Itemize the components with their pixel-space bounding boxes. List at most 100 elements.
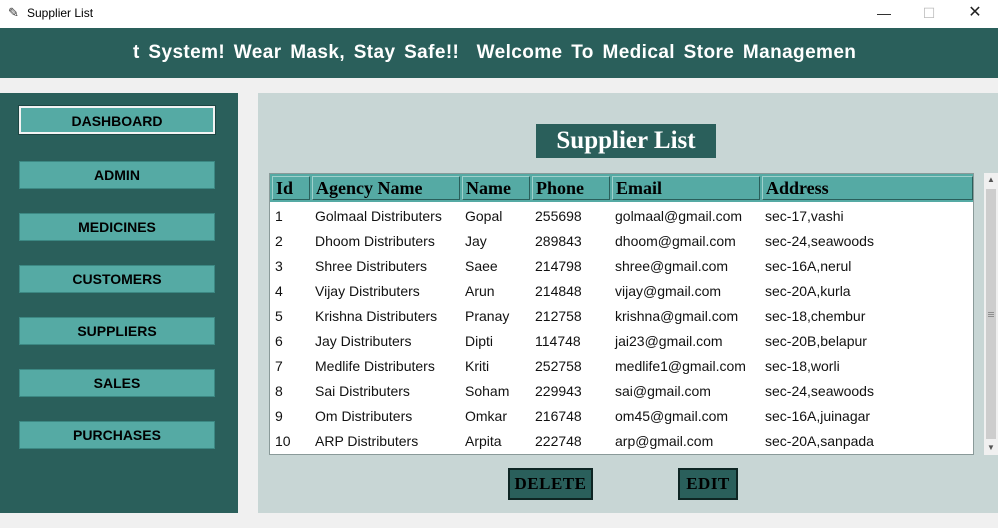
edit-button[interactable]: EDIT (678, 468, 738, 500)
cell-agency-name: Dhoom Distributers (315, 233, 435, 249)
main-panel: Supplier List Id Agency Name Name Phone … (258, 93, 998, 513)
cell-address: sec-20B,belapur (765, 333, 867, 349)
cell-id: 4 (275, 283, 283, 299)
cell-phone: 229943 (535, 383, 582, 399)
cell-id: 2 (275, 233, 283, 249)
table-header: Id Agency Name Name Phone Email Address (270, 174, 973, 202)
cell-address: sec-24,seawoods (765, 233, 874, 249)
cell-address: sec-20A,sanpada (765, 433, 874, 449)
table-row[interactable]: 9 Om Distributers Omkar 216748 om45@gmai… (270, 404, 973, 429)
scroll-grip-icon (988, 311, 994, 318)
cell-address: sec-20A,kurla (765, 283, 851, 299)
scroll-thumb[interactable] (986, 189, 996, 439)
cell-name: Soham (465, 383, 510, 399)
column-header-id[interactable]: Id (272, 176, 310, 200)
feather-icon: ✎ (8, 5, 19, 20)
sidebar-item-dashboard[interactable]: DASHBOARD (18, 105, 216, 135)
cell-name: Saee (465, 258, 498, 274)
cell-agency-name: ARP Distributers (315, 433, 419, 449)
cell-agency-name: Vijay Distributers (315, 283, 420, 299)
cell-email: sai@gmail.com (615, 383, 711, 399)
scroll-down-arrow-icon[interactable]: ▼ (984, 441, 998, 455)
cell-id: 10 (275, 433, 291, 449)
cell-address: sec-16A,juinagar (765, 408, 871, 424)
banner-text: t System! Wear Mask, Stay Safe!! Welcome… (133, 42, 857, 63)
cell-agency-name: Krishna Distributers (315, 308, 438, 324)
page-title: Supplier List (536, 124, 716, 158)
cell-id: 8 (275, 383, 283, 399)
sidebar-item-suppliers[interactable]: SUPPLIERS (19, 317, 215, 345)
cell-email: medlife1@gmail.com (615, 358, 746, 374)
table-row[interactable]: 2 Dhoom Distributers Jay 289843 dhoom@gm… (270, 229, 973, 254)
cell-id: 1 (275, 208, 283, 224)
cell-name: Arun (465, 283, 495, 299)
table-row[interactable]: 7 Medlife Distributers Kriti 252758 medl… (270, 354, 973, 379)
column-header-phone[interactable]: Phone (532, 176, 610, 200)
cell-agency-name: Sai Distributers (315, 383, 410, 399)
table-row[interactable]: 5 Krishna Distributers Pranay 212758 kri… (270, 304, 973, 329)
table-row[interactable]: 6 Jay Distributers Dipti 114748 jai23@gm… (270, 329, 973, 354)
cell-id: 5 (275, 308, 283, 324)
column-header-agency-name[interactable]: Agency Name (312, 176, 460, 200)
table-scrollbar[interactable]: ▲ ▼ (984, 173, 998, 455)
cell-agency-name: Medlife Distributers (315, 358, 435, 374)
scroll-up-arrow-icon[interactable]: ▲ (984, 173, 998, 187)
sidebar: DASHBOARD ADMIN MEDICINES CUSTOMERS SUPP… (0, 93, 238, 513)
table-row[interactable]: 8 Sai Distributers Soham 229943 sai@gmai… (270, 379, 973, 404)
cell-address: sec-17,vashi (765, 208, 844, 224)
cell-email: golmaal@gmail.com (615, 208, 743, 224)
cell-email: jai23@gmail.com (615, 333, 723, 349)
cell-name: Gopal (465, 208, 503, 224)
cell-email: arp@gmail.com (615, 433, 714, 449)
table-row[interactable]: 10 ARP Distributers Arpita 222748 arp@gm… (270, 429, 973, 454)
cell-email: vijay@gmail.com (615, 283, 722, 299)
table-row[interactable]: 4 Vijay Distributers Arun 214848 vijay@g… (270, 279, 973, 304)
sidebar-item-sales[interactable]: SALES (19, 369, 215, 397)
delete-button[interactable]: DELETE (508, 468, 593, 500)
cell-email: shree@gmail.com (615, 258, 729, 274)
sidebar-item-purchases[interactable]: PURCHASES (19, 421, 215, 449)
cell-phone: 212758 (535, 308, 582, 324)
cell-name: Kriti (465, 358, 490, 374)
sidebar-item-admin[interactable]: ADMIN (19, 161, 215, 189)
sidebar-item-medicines[interactable]: MEDICINES (19, 213, 215, 241)
cell-agency-name: Jay Distributers (315, 333, 412, 349)
cell-agency-name: Golmaal Distributers (315, 208, 442, 224)
cell-name: Omkar (465, 408, 507, 424)
column-header-address[interactable]: Address (762, 176, 973, 200)
table-row[interactable]: 3 Shree Distributers Saee 214798 shree@g… (270, 254, 973, 279)
cell-agency-name: Om Distributers (315, 408, 413, 424)
cell-address: sec-18,chembur (765, 308, 866, 324)
close-button[interactable]: ✕ (952, 0, 998, 28)
cell-phone: 114748 (535, 333, 581, 349)
sidebar-item-customers[interactable]: CUSTOMERS (19, 265, 215, 293)
window-title: Supplier List (27, 6, 94, 20)
column-header-email[interactable]: Email (612, 176, 760, 200)
cell-email: krishna@gmail.com (615, 308, 739, 324)
cell-phone: 214798 (535, 258, 582, 274)
cell-phone: 222748 (535, 433, 582, 449)
maximize-button[interactable]: ☐ (906, 0, 952, 28)
cell-id: 7 (275, 358, 283, 374)
cell-phone: 216748 (535, 408, 582, 424)
cell-id: 3 (275, 258, 283, 274)
cell-phone: 214848 (535, 283, 582, 299)
marquee-banner: t System! Wear Mask, Stay Safe!! Welcome… (0, 28, 998, 78)
cell-name: Pranay (465, 308, 510, 324)
cell-name: Jay (465, 233, 487, 249)
cell-phone: 252758 (535, 358, 582, 374)
supplier-table[interactable]: Id Agency Name Name Phone Email Address … (269, 173, 974, 455)
cell-id: 6 (275, 333, 283, 349)
cell-email: dhoom@gmail.com (615, 233, 736, 249)
cell-name: Arpita (465, 433, 502, 449)
cell-email: om45@gmail.com (615, 408, 729, 424)
table-row[interactable]: 1 Golmaal Distributers Gopal 255698 golm… (270, 204, 973, 229)
title-bar: ✎ Supplier List — ☐ ✕ (0, 0, 998, 28)
minimize-button[interactable]: — (861, 0, 907, 28)
table-body: 1 Golmaal Distributers Gopal 255698 golm… (270, 204, 973, 454)
cell-phone: 289843 (535, 233, 582, 249)
cell-name: Dipti (465, 333, 494, 349)
column-header-name[interactable]: Name (462, 176, 530, 200)
cell-address: sec-24,seawoods (765, 383, 874, 399)
cell-address: sec-18,worli (765, 358, 840, 374)
